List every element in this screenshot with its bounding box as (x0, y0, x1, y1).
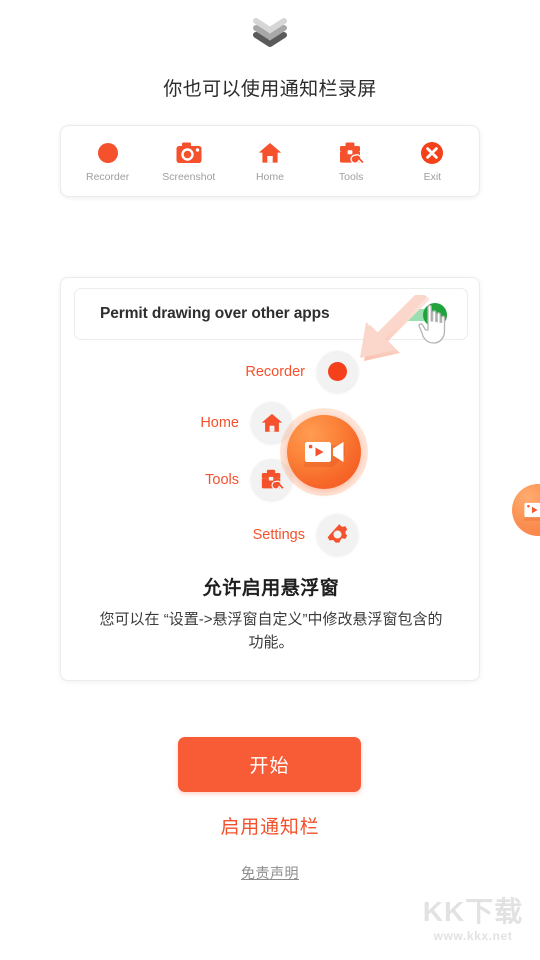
enable-notification-link[interactable]: 启用通知栏 (0, 812, 540, 839)
watermark-sub: www.kkx.net (433, 929, 513, 943)
toolbar-item-home[interactable]: Home (233, 140, 307, 183)
toolbar-item-label: Home (255, 170, 284, 183)
watermark: KK下载 www.kkx.net (410, 896, 536, 944)
floating-menu-item-label: Recorder (245, 363, 305, 380)
card-description: 您可以在 “设置->悬浮窗自定义”中修改悬浮窗包含的功能。 (99, 611, 443, 651)
hand-pointer-icon (418, 304, 446, 344)
edge-floating-widget[interactable] (512, 484, 540, 536)
toolbar-item-label: Recorder (86, 170, 130, 183)
toolbar-item-label: Exit (423, 170, 442, 183)
toolbar-item-recorder[interactable]: Recorder (71, 140, 145, 183)
chevron-3-icon (253, 32, 287, 47)
camera-icon (176, 140, 202, 166)
toolbox-wrench-icon (338, 140, 365, 166)
floating-menu-item-settings[interactable]: Settings (61, 514, 358, 555)
close-circle-icon (420, 140, 444, 166)
start-button[interactable]: 开始 (178, 737, 361, 792)
notification-toolbar-preview: Recorder Screenshot Home Tools Exit (60, 125, 480, 197)
toolbar-item-label: Tools (338, 170, 364, 183)
gear-icon (317, 514, 358, 555)
record-dot-icon (97, 140, 119, 166)
toolbar-item-exit[interactable]: Exit (395, 140, 469, 183)
floating-menu-item-home[interactable]: Home (61, 402, 292, 443)
toolbar-item-tools[interactable]: Tools (314, 140, 388, 183)
watermark-main: KK下载 (422, 896, 524, 927)
home-icon (258, 140, 282, 166)
card-title: 允许启用悬浮窗 (202, 578, 340, 599)
toolbar-item-screenshot[interactable]: Screenshot (152, 140, 226, 183)
floating-main-record-button[interactable] (287, 415, 361, 489)
floating-menu-item-recorder[interactable]: Recorder (61, 351, 358, 392)
floating-menu-item-tools[interactable]: Tools (61, 459, 292, 500)
app-screen: 你也可以使用通知栏录屏 Recorder Screenshot Home Too… (0, 0, 540, 960)
floating-menu-item-label: Tools (205, 471, 239, 488)
floating-menu-item-label: Home (200, 414, 239, 431)
floating-menu-item-label: Settings (252, 526, 305, 543)
top-subtitle: 你也可以使用通知栏录屏 (163, 79, 377, 100)
disclaimer-link[interactable]: 免责声明 (0, 863, 540, 883)
toolbar-item-label: Screenshot (162, 170, 216, 183)
double-chevron-down-icon (0, 18, 540, 48)
video-camera-icon (523, 502, 540, 521)
video-camera-icon (303, 442, 345, 467)
